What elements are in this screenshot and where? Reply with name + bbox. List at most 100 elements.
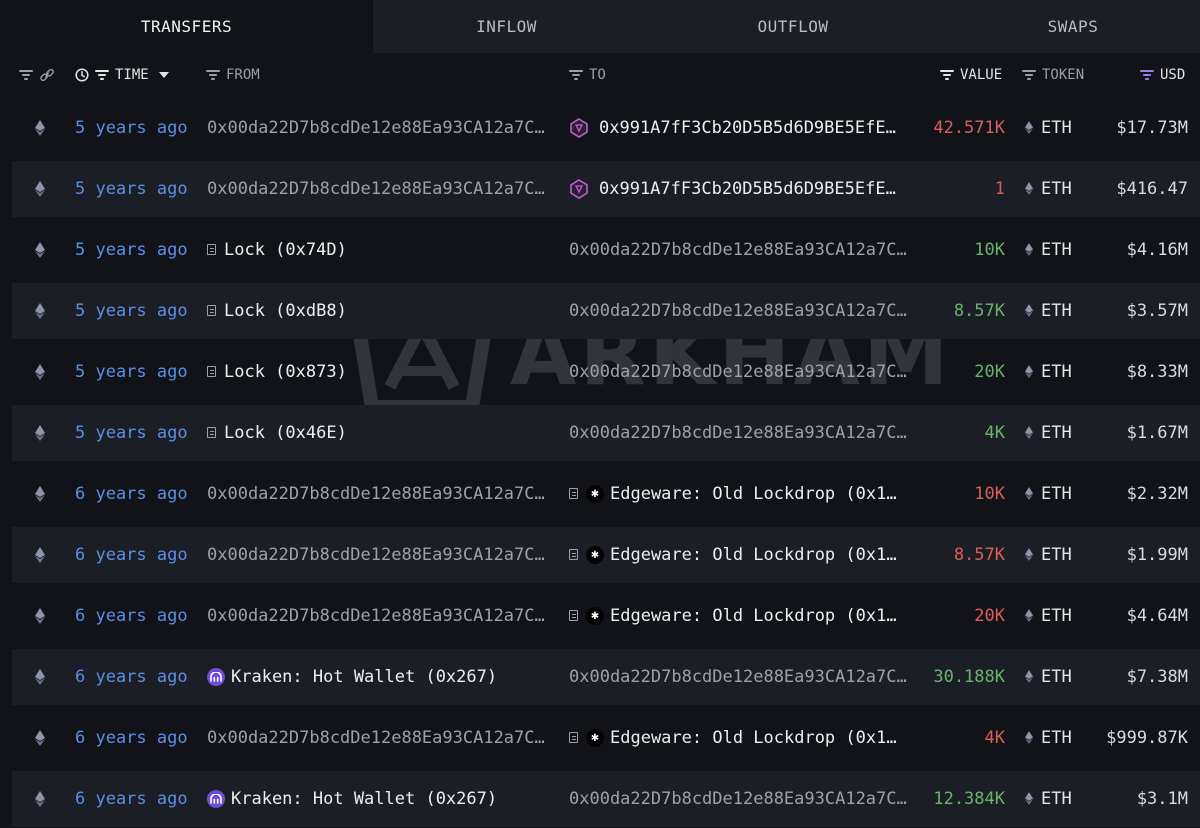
time-link[interactable]: 5 years ago	[75, 280, 195, 341]
from-entity[interactable]: Lock (0xdB8)	[224, 301, 347, 321]
from-cell[interactable]: Lock (0x873)	[207, 341, 557, 402]
from-cell[interactable]: 0x00da22D7b8cdDe12e88Ea93CA12a7C…	[207, 707, 557, 768]
filter-icon[interactable]	[19, 70, 33, 80]
to-entity[interactable]: Edgeware: Old Lockdrop (0x1…	[610, 545, 897, 565]
tab-swaps[interactable]: SWAPS	[946, 0, 1200, 53]
to-cell[interactable]: 0x991A7fF3Cb20D5B5d6D9BE5EfE…	[569, 97, 921, 158]
to-cell[interactable]: 0x00da22D7b8cdDe12e88Ea93CA12a7C…	[569, 768, 921, 828]
time-link[interactable]: 6 years ago	[75, 524, 195, 585]
token-cell[interactable]: ETH	[1025, 219, 1095, 280]
table-row[interactable]: 5 years ago 0x00da22D7b8cdDe12e88Ea93CA1…	[0, 158, 1200, 219]
from-address[interactable]: 0x00da22D7b8cdDe12e88Ea93CA12a7C…	[207, 484, 545, 504]
table-row[interactable]: 6 years ago 0x00da22D7b8cdDe12e88Ea93CA1…	[0, 707, 1200, 768]
from-cell[interactable]: 0x00da22D7b8cdDe12e88Ea93CA12a7C…	[207, 463, 557, 524]
to-entity[interactable]: Edgeware: Old Lockdrop (0x1…	[610, 484, 897, 504]
table-row[interactable]: 5 years ago Lock (0x46E) 0x00da22D7b8cdD…	[0, 402, 1200, 463]
to-cell[interactable]: 0x00da22D7b8cdDe12e88Ea93CA12a7C…	[569, 280, 921, 341]
from-entity[interactable]: Lock (0x74D)	[224, 240, 347, 260]
to-address[interactable]: 0x00da22D7b8cdDe12e88Ea93CA12a7C…	[569, 362, 907, 382]
from-entity[interactable]: Lock (0x46E)	[224, 423, 347, 443]
from-entity[interactable]: Kraken: Hot Wallet (0x267)	[231, 667, 497, 687]
filter-icon[interactable]	[206, 70, 220, 80]
table-row[interactable]: 5 years ago Lock (0xdB8) 0x00da22D7b8cdD…	[0, 280, 1200, 341]
token-cell[interactable]: ETH	[1025, 707, 1095, 768]
time-link[interactable]: 6 years ago	[75, 768, 195, 828]
tab-inflow[interactable]: INFLOW	[373, 0, 640, 53]
to-address[interactable]: 0x991A7fF3Cb20D5B5d6D9BE5EfE…	[599, 118, 896, 138]
time-link[interactable]: 5 years ago	[75, 402, 195, 463]
to-address[interactable]: 0x00da22D7b8cdDe12e88Ea93CA12a7C…	[569, 423, 907, 443]
header-to[interactable]: TO	[569, 53, 606, 97]
table-row[interactable]: 6 years ago Kraken: Hot Wallet (0x267) 0…	[0, 646, 1200, 707]
to-cell[interactable]: 0x00da22D7b8cdDe12e88Ea93CA12a7C…	[569, 646, 921, 707]
token-cell[interactable]: ETH	[1025, 158, 1095, 219]
to-cell[interactable]: 0x00da22D7b8cdDe12e88Ea93CA12a7C…	[569, 219, 921, 280]
to-cell[interactable]: ✱ Edgeware: Old Lockdrop (0x1…	[569, 524, 921, 585]
from-cell[interactable]: 0x00da22D7b8cdDe12e88Ea93CA12a7C…	[207, 585, 557, 646]
time-link[interactable]: 5 years ago	[75, 219, 195, 280]
table-row[interactable]: 6 years ago 0x00da22D7b8cdDe12e88Ea93CA1…	[0, 463, 1200, 524]
sort-caret-down-icon[interactable]	[158, 72, 169, 78]
from-cell[interactable]: 0x00da22D7b8cdDe12e88Ea93CA12a7C…	[207, 158, 557, 219]
token-cell[interactable]: ETH	[1025, 97, 1095, 158]
filter-icon[interactable]	[1140, 70, 1154, 80]
time-link[interactable]: 6 years ago	[75, 585, 195, 646]
from-address[interactable]: 0x00da22D7b8cdDe12e88Ea93CA12a7C…	[207, 606, 545, 626]
table-row[interactable]: 6 years ago Kraken: Hot Wallet (0x267) 0…	[0, 768, 1200, 828]
to-cell[interactable]: ✱ Edgeware: Old Lockdrop (0x1…	[569, 585, 921, 646]
time-link[interactable]: 6 years ago	[75, 463, 195, 524]
time-link[interactable]: 6 years ago	[75, 646, 195, 707]
from-cell[interactable]: 0x00da22D7b8cdDe12e88Ea93CA12a7C…	[207, 524, 557, 585]
header-chain-filter[interactable]	[19, 53, 55, 97]
to-address[interactable]: 0x00da22D7b8cdDe12e88Ea93CA12a7C…	[569, 667, 907, 687]
tab-outflow[interactable]: OUTFLOW	[640, 0, 946, 53]
from-address[interactable]: 0x00da22D7b8cdDe12e88Ea93CA12a7C…	[207, 545, 545, 565]
token-cell[interactable]: ETH	[1025, 341, 1095, 402]
tab-transfers[interactable]: TRANSFERS	[0, 0, 373, 53]
header-from[interactable]: FROM	[206, 53, 260, 97]
token-cell[interactable]: ETH	[1025, 646, 1095, 707]
table-row[interactable]: 5 years ago 0x00da22D7b8cdDe12e88Ea93CA1…	[0, 97, 1200, 158]
from-address[interactable]: 0x00da22D7b8cdDe12e88Ea93CA12a7C…	[207, 118, 545, 138]
to-address[interactable]: 0x991A7fF3Cb20D5B5d6D9BE5EfE…	[599, 179, 896, 199]
from-cell[interactable]: Lock (0xdB8)	[207, 280, 557, 341]
filter-icon[interactable]	[940, 70, 954, 80]
to-cell[interactable]: ✱ Edgeware: Old Lockdrop (0x1…	[569, 707, 921, 768]
to-cell[interactable]: 0x00da22D7b8cdDe12e88Ea93CA12a7C…	[569, 402, 921, 463]
from-address[interactable]: 0x00da22D7b8cdDe12e88Ea93CA12a7C…	[207, 179, 545, 199]
table-row[interactable]: 6 years ago 0x00da22D7b8cdDe12e88Ea93CA1…	[0, 524, 1200, 585]
from-cell[interactable]: Kraken: Hot Wallet (0x267)	[207, 646, 557, 707]
time-link[interactable]: 5 years ago	[75, 97, 195, 158]
time-link[interactable]: 5 years ago	[75, 341, 195, 402]
header-time[interactable]: TIME	[75, 53, 169, 97]
from-address[interactable]: 0x00da22D7b8cdDe12e88Ea93CA12a7C…	[207, 728, 545, 748]
from-entity[interactable]: Kraken: Hot Wallet (0x267)	[231, 789, 497, 809]
table-row[interactable]: 6 years ago 0x00da22D7b8cdDe12e88Ea93CA1…	[0, 585, 1200, 646]
token-cell[interactable]: ETH	[1025, 280, 1095, 341]
to-entity[interactable]: Edgeware: Old Lockdrop (0x1…	[610, 728, 897, 748]
table-row[interactable]: 5 years ago Lock (0x873) 0x00da22D7b8cdD…	[0, 341, 1200, 402]
token-cell[interactable]: ETH	[1025, 768, 1095, 828]
from-entity[interactable]: Lock (0x873)	[224, 362, 347, 382]
link-icon[interactable]	[39, 68, 55, 82]
from-cell[interactable]: Lock (0x46E)	[207, 402, 557, 463]
header-token[interactable]: TOKEN	[1022, 53, 1084, 97]
to-cell[interactable]: 0x991A7fF3Cb20D5B5d6D9BE5EfE…	[569, 158, 921, 219]
to-cell[interactable]: 0x00da22D7b8cdDe12e88Ea93CA12a7C…	[569, 341, 921, 402]
filter-icon[interactable]	[1022, 70, 1036, 80]
to-entity[interactable]: Edgeware: Old Lockdrop (0x1…	[610, 606, 897, 626]
header-value[interactable]: VALUE	[940, 53, 1002, 97]
header-usd[interactable]: USD	[1140, 53, 1185, 97]
filter-icon[interactable]	[569, 70, 583, 80]
filter-icon[interactable]	[95, 70, 109, 80]
from-cell[interactable]: Lock (0x74D)	[207, 219, 557, 280]
token-cell[interactable]: ETH	[1025, 402, 1095, 463]
from-cell[interactable]: Kraken: Hot Wallet (0x267)	[207, 768, 557, 828]
to-address[interactable]: 0x00da22D7b8cdDe12e88Ea93CA12a7C…	[569, 301, 907, 321]
time-link[interactable]: 5 years ago	[75, 158, 195, 219]
to-address[interactable]: 0x00da22D7b8cdDe12e88Ea93CA12a7C…	[569, 240, 907, 260]
token-cell[interactable]: ETH	[1025, 524, 1095, 585]
token-cell[interactable]: ETH	[1025, 585, 1095, 646]
table-row[interactable]: 5 years ago Lock (0x74D) 0x00da22D7b8cdD…	[0, 219, 1200, 280]
time-link[interactable]: 6 years ago	[75, 707, 195, 768]
